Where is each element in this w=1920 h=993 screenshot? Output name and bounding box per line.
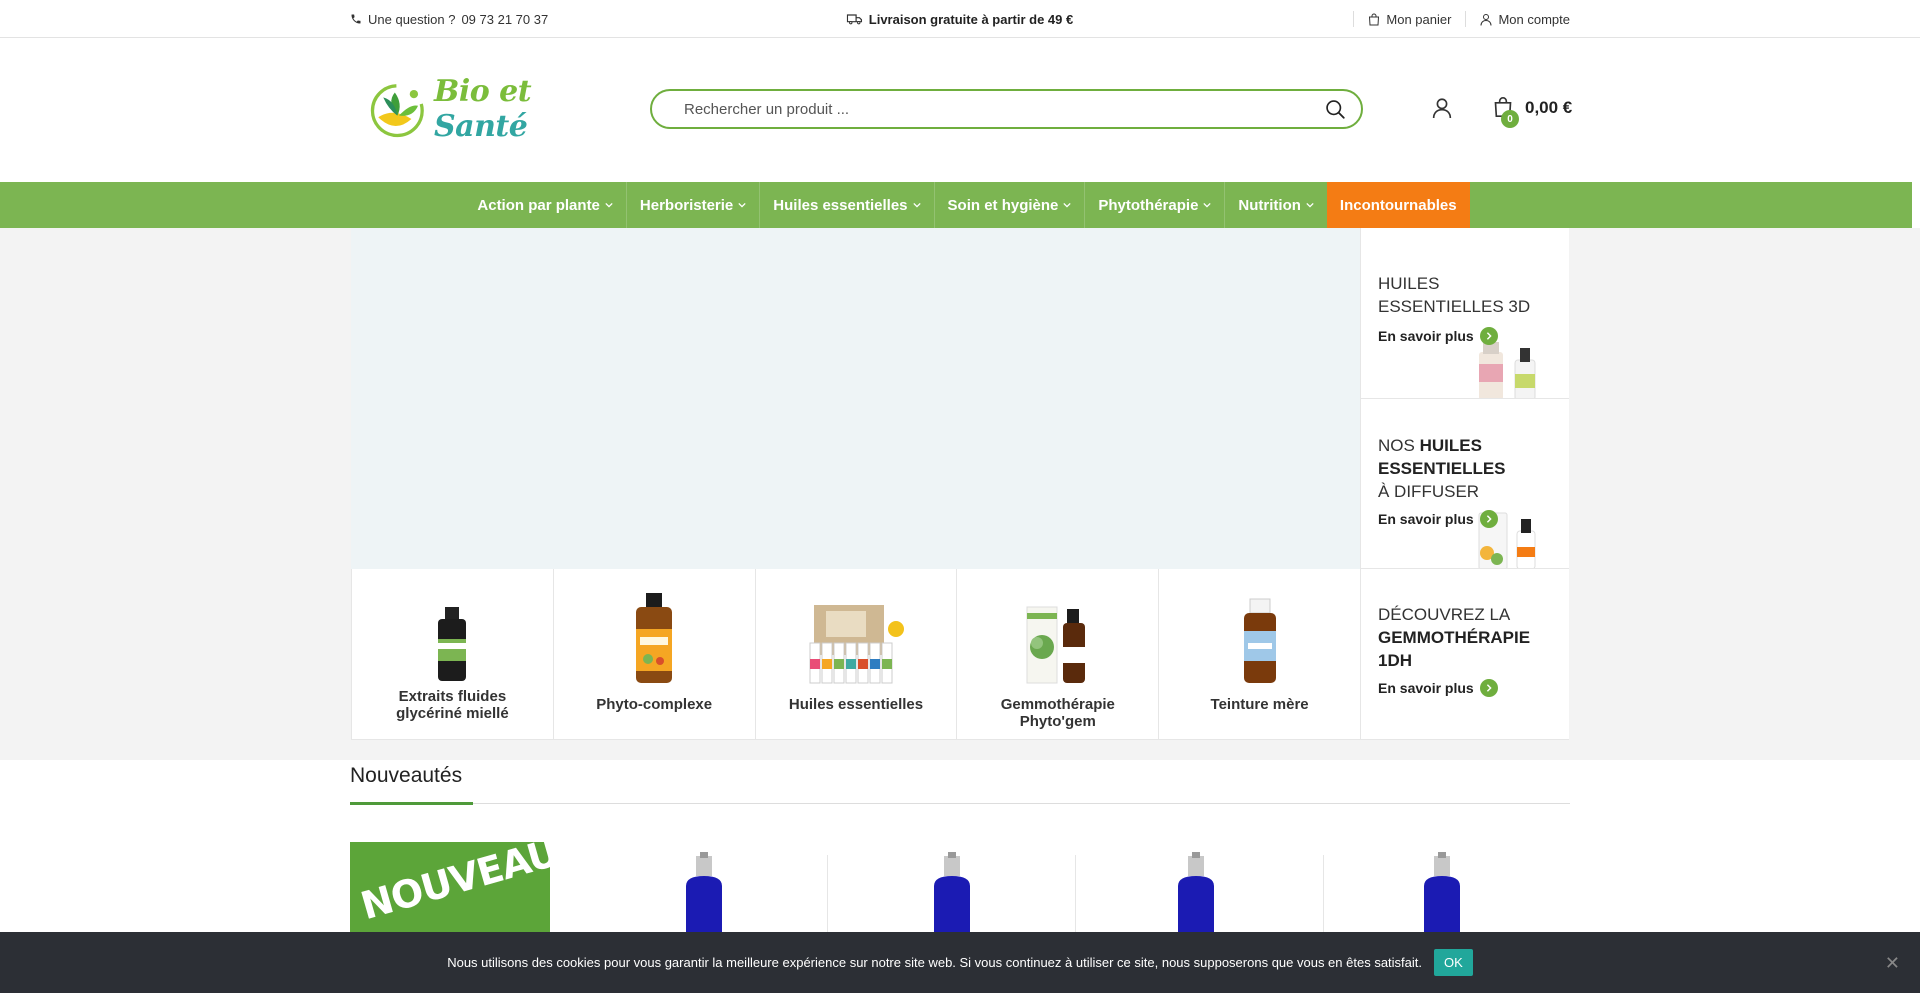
product-card[interactable] <box>1342 852 1542 932</box>
blue-spray-bottle-image <box>934 852 970 932</box>
close-icon[interactable]: ✕ <box>1885 953 1900 974</box>
category-label: Gemmothérapie Phyto'gem <box>1000 696 1115 730</box>
arrow-right-icon <box>1479 510 1498 528</box>
en-savoir-plus-link[interactable]: En savoir plus <box>1378 679 1498 697</box>
chevron-down-icon <box>1203 202 1212 208</box>
bag-icon <box>1368 13 1380 26</box>
my-account-label: Mon compte <box>1498 11 1570 27</box>
category-label: Phyto-complexe <box>596 696 713 713</box>
nav-item-soin-et-hygiene[interactable]: Soin et hygiène <box>933 182 1085 228</box>
nav-item-incontournables[interactable]: Incontournables <box>1326 182 1470 228</box>
divider <box>1465 11 1467 27</box>
divider <box>1353 11 1355 27</box>
product-card[interactable] <box>852 852 1052 932</box>
promo-title: HUILES ESSENTIELLES 3D <box>1378 274 1531 316</box>
truck-icon <box>846 13 863 25</box>
chevron-down-icon <box>912 202 921 208</box>
main-navigation: Action par plante Herboristerie Huiles e… <box>0 182 1912 228</box>
category-teinture-mere[interactable]: Teinture mère <box>1158 569 1360 740</box>
my-cart-label: Mon panier <box>1386 11 1452 27</box>
cart-count-badge: 0 <box>1501 110 1519 128</box>
header-cart[interactable]: 0 0,00 € <box>1493 96 1573 128</box>
nouveau-banner: NOUVEAU <box>350 842 550 932</box>
promo-huiles-diffuser[interactable]: NOS HUILES ESSENTIELLES À DIFFUSER En sa… <box>1360 399 1569 569</box>
nav-item-nutrition[interactable]: Nutrition <box>1224 182 1326 228</box>
product-card[interactable] <box>604 852 804 932</box>
category-image <box>957 587 1158 685</box>
section-divider <box>350 803 1570 804</box>
cookie-ok-button[interactable]: OK <box>1434 949 1473 976</box>
site-logo[interactable]: Bio et Santé <box>370 71 600 147</box>
my-account-link[interactable]: Mon compte <box>1480 12 1570 27</box>
cookie-banner: Nous utilisons des cookies pour vous gar… <box>0 932 1920 993</box>
blue-spray-bottle-image <box>686 852 722 932</box>
cart-total: 0,00 € <box>1525 98 1573 117</box>
en-savoir-plus-link[interactable]: En savoir plus <box>1378 510 1498 528</box>
nav-item-phytotherapie[interactable]: Phytothérapie <box>1084 182 1224 228</box>
category-label: Huiles essentielles <box>788 696 924 713</box>
category-huiles-essentielles[interactable]: Huiles essentielles <box>754 569 957 740</box>
promo-huiles-3d[interactable]: HUILES ESSENTIELLES 3D En savoir plus <box>1360 228 1569 399</box>
section-accent <box>350 802 473 805</box>
phone-number[interactable]: 09 73 21 70 37 <box>461 12 548 27</box>
category-label: Teinture mère <box>1210 696 1309 713</box>
cookie-message: Nous utilisons des cookies pour vous gar… <box>447 955 1422 970</box>
promo-title: NOS HUILES ESSENTIELLES À DIFFUSER <box>1378 436 1506 501</box>
chevron-down-icon <box>1306 202 1314 208</box>
logo-wordmark: Bio et Santé <box>433 74 532 144</box>
category-phyto-complexe[interactable]: Phyto-complexe <box>552 569 755 740</box>
chevron-down-icon <box>738 202 746 208</box>
en-savoir-plus-link[interactable]: En savoir plus <box>1378 327 1498 345</box>
promo-title: DÉCOUVREZ LA GEMMOTHÉRAPIE 1DH <box>1378 605 1531 670</box>
category-label: Extraits fluides glycériné miellé <box>396 688 509 722</box>
search-input[interactable] <box>684 100 1325 118</box>
blue-spray-bottle-image <box>1424 852 1460 932</box>
blue-spray-bottle-image <box>1178 852 1214 932</box>
category-gemmotherapie[interactable]: Gemmothérapie Phyto'gem <box>956 569 1159 740</box>
divider <box>1323 855 1324 935</box>
shipping-text: Livraison gratuite à partir de 49 € <box>868 11 1074 27</box>
category-image <box>1159 587 1360 685</box>
divider <box>1075 855 1076 935</box>
nav-item-action-par-plante[interactable]: Action par plante <box>464 182 626 228</box>
my-cart-link[interactable]: Mon panier <box>1368 12 1451 27</box>
divider <box>827 855 828 935</box>
top-bar: Une question ? 09 73 21 70 37 Livraison … <box>0 0 1920 38</box>
question-label: Une question ? <box>368 11 456 27</box>
search-bar <box>650 89 1363 129</box>
phone-icon <box>350 13 362 25</box>
section-title-nouveautes: Nouveautés <box>350 764 463 787</box>
product-card[interactable] <box>1096 852 1296 932</box>
category-image <box>756 587 957 685</box>
arrow-right-icon <box>1479 679 1498 697</box>
chevron-down-icon <box>1063 202 1072 208</box>
search-icon[interactable] <box>1325 99 1345 119</box>
leaf-logo-icon <box>370 84 424 138</box>
nav-item-herboristerie[interactable]: Herboristerie <box>625 182 759 228</box>
category-image <box>554 587 755 685</box>
free-shipping-notice: Livraison gratuite à partir de 49 € <box>846 11 1074 27</box>
site-header: Bio et Santé 0 0,00 € <box>0 38 1920 181</box>
arrow-right-icon <box>1479 327 1498 345</box>
chevron-down-icon <box>605 202 613 208</box>
category-extraits-fluides[interactable]: Extraits fluides glycériné miellé <box>351 569 553 740</box>
category-grid: Extraits fluides glycériné miellé Phyto-… <box>351 569 1360 740</box>
hero-slider[interactable] <box>351 228 1360 569</box>
nav-item-huiles-essentielles[interactable]: Huiles essentielles <box>759 182 933 228</box>
user-icon <box>1480 13 1492 26</box>
promo-gemmotherapie-1dh[interactable]: DÉCOUVREZ LA GEMMOTHÉRAPIE 1DH En savoir… <box>1360 569 1569 740</box>
account-icon[interactable] <box>1432 97 1452 119</box>
category-image <box>352 587 553 685</box>
contact-info: Une question ? 09 73 21 70 37 <box>350 12 548 27</box>
